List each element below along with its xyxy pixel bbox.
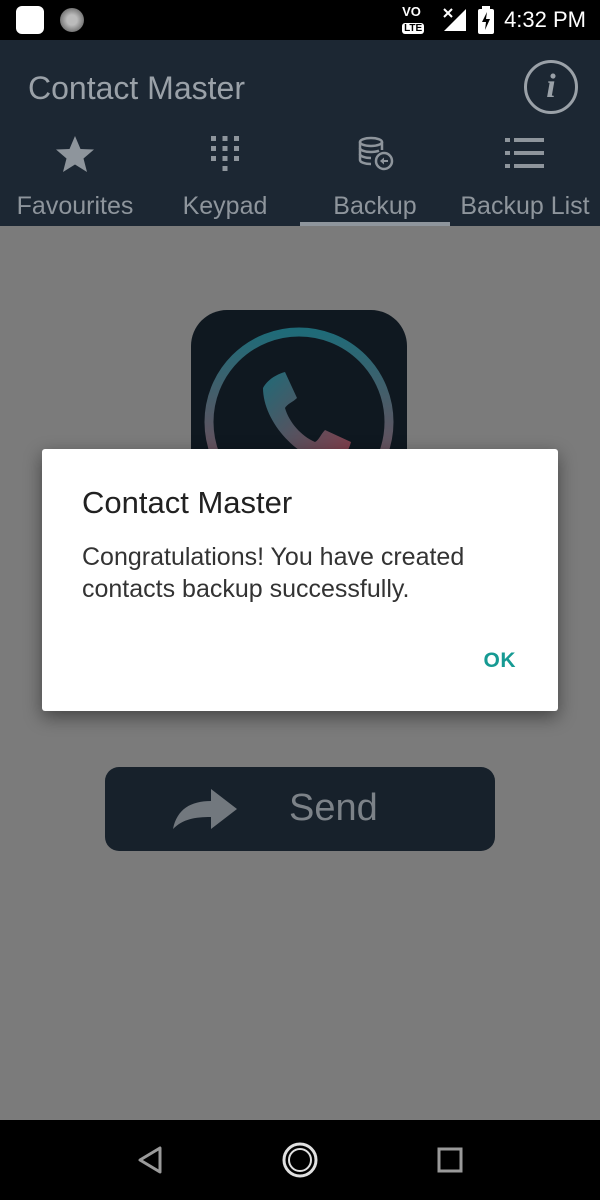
tab-label: Backup List xyxy=(460,192,590,220)
share-arrow-icon xyxy=(173,789,237,829)
recents-icon[interactable] xyxy=(430,1140,470,1180)
back-icon[interactable] xyxy=(130,1140,170,1180)
status-right: VO LTE 4:32 PM xyxy=(402,4,586,36)
status-left xyxy=(16,6,84,34)
sync-icon xyxy=(60,8,84,32)
dialog-message: Congratulations! You have created contac… xyxy=(82,543,465,603)
star-icon xyxy=(56,136,94,172)
dialog-title: Contact Master xyxy=(82,485,293,520)
tab-backup[interactable]: Backup xyxy=(300,120,450,226)
battery-charging-icon xyxy=(478,6,495,34)
app-notification-icon xyxy=(16,6,44,34)
volte-icon: VO LTE xyxy=(402,4,432,36)
ok-button[interactable]: OK xyxy=(484,649,517,673)
tab-bar: Favourites Keypad Backup Backup List xyxy=(0,120,600,226)
volte-label: VO xyxy=(402,4,421,19)
status-bar: VO LTE 4:32 PM xyxy=(0,0,600,40)
backup-success-dialog: Contact Master Congratulations! You have… xyxy=(42,449,558,711)
home-icon[interactable] xyxy=(280,1140,320,1180)
send-button[interactable]: Send xyxy=(105,767,495,851)
list-icon xyxy=(505,138,544,168)
lte-label: LTE xyxy=(402,23,425,34)
tab-favourites[interactable]: Favourites xyxy=(0,120,150,226)
keypad-icon xyxy=(211,136,239,171)
app-bar: Contact Master i Favourites Keypad Backu… xyxy=(0,40,600,226)
signal-icon xyxy=(443,8,467,31)
send-label: Send xyxy=(289,787,378,829)
tab-backup-list[interactable]: Backup List xyxy=(450,120,600,226)
tab-keypad[interactable]: Keypad xyxy=(150,120,300,226)
tab-label: Favourites xyxy=(16,192,134,220)
status-time: 4:32 PM xyxy=(504,7,586,32)
tab-label: Backup xyxy=(333,192,417,220)
info-icon[interactable]: i xyxy=(524,60,578,114)
database-backup-icon xyxy=(358,136,394,171)
app-title: Contact Master xyxy=(28,70,245,106)
navigation-bar xyxy=(0,1120,600,1200)
tab-label: Keypad xyxy=(182,192,268,220)
